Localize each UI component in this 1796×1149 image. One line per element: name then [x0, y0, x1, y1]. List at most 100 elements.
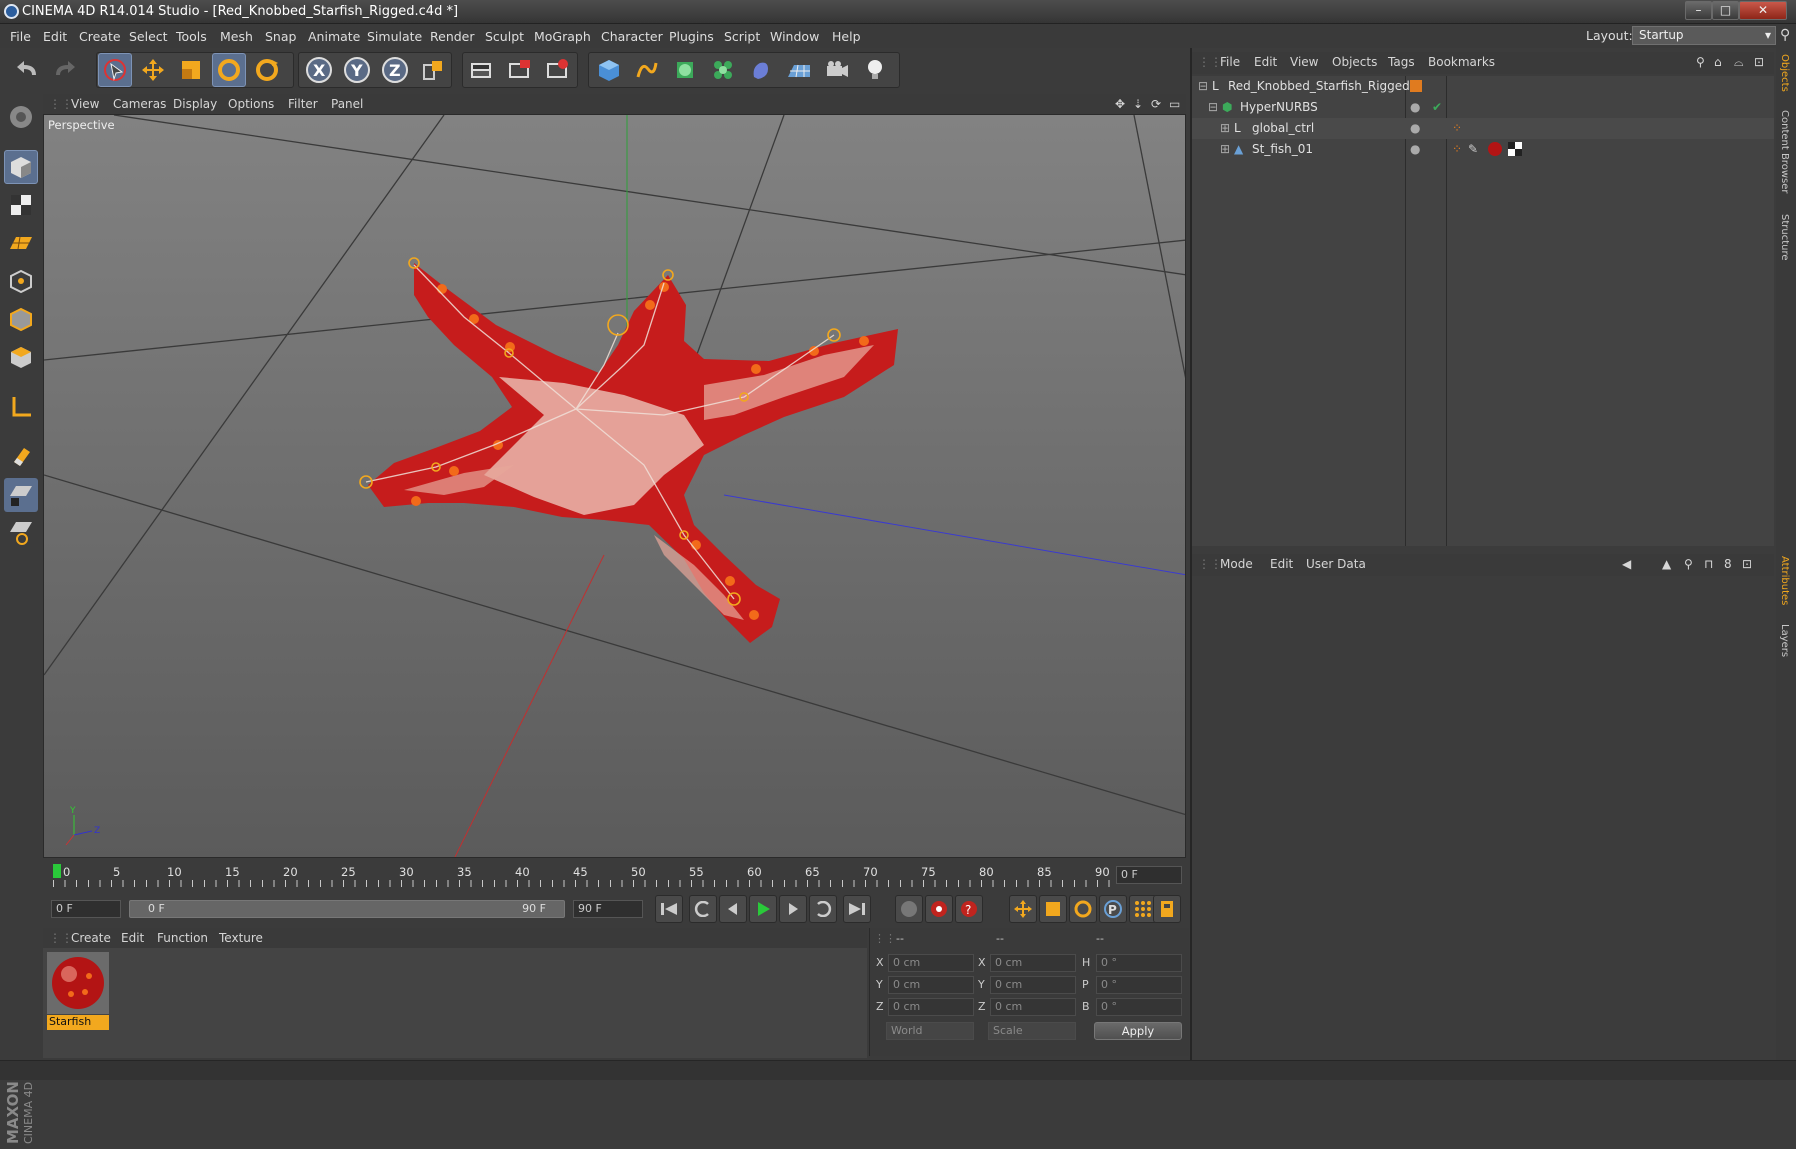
layout-select[interactable]: Startup ▾	[1632, 26, 1776, 45]
current-frame-field[interactable]: 0 F	[1116, 866, 1182, 884]
position-y-field[interactable]: 0 cm	[888, 976, 974, 994]
y-axis-lock-icon[interactable]: Y	[340, 53, 374, 87]
grip-handle-icon[interactable]: ⋮⋮	[49, 931, 73, 945]
visibility-dot-icon[interactable]: ●	[1410, 121, 1420, 135]
viewport-menu-panel[interactable]: Panel	[331, 97, 363, 111]
texture-mode-icon[interactable]	[4, 188, 38, 222]
enabled-check-icon[interactable]: ✔	[1432, 100, 1442, 114]
home-icon[interactable]: ⌂	[1714, 55, 1722, 69]
viewport-menu-view[interactable]: View	[71, 97, 99, 111]
material-menu-create[interactable]: Create	[71, 931, 111, 945]
position-x-field[interactable]: 0 cm	[888, 954, 974, 972]
tag-dots-icon[interactable]: ⁘	[1452, 142, 1462, 156]
viewport-menu-display[interactable]: Display	[173, 97, 217, 111]
expand-icon[interactable]: ⊞	[1220, 142, 1230, 156]
frame-range-slider[interactable]: 0 F 90 F	[129, 900, 565, 918]
menu-animate[interactable]: Animate	[308, 29, 360, 44]
locked-workplane-icon[interactable]	[4, 478, 38, 512]
material-menu-function[interactable]: Function	[157, 931, 208, 945]
auto-keying-icon[interactable]	[925, 895, 953, 923]
tab-structure[interactable]: Structure	[1779, 214, 1790, 261]
key-parameter-icon[interactable]: P	[1099, 895, 1127, 923]
grip-handle-icon[interactable]: ⋮⋮	[1198, 55, 1222, 69]
nurbs-icon[interactable]	[668, 53, 702, 87]
tree-row[interactable]: ⊟ ⬢ HyperNURBS ● ✔	[1192, 97, 1774, 118]
menu-mograph[interactable]: MoGraph	[534, 29, 591, 44]
key-rotation-icon[interactable]	[1069, 895, 1097, 923]
rotate-icon[interactable]	[212, 53, 246, 87]
menu-sculpt[interactable]: Sculpt	[485, 29, 524, 44]
size-mode-select[interactable]: Scale	[988, 1022, 1076, 1040]
snap-magnet-icon[interactable]	[4, 438, 38, 472]
grip-handle-icon[interactable]: ⋮⋮	[1198, 557, 1222, 571]
spline-icon[interactable]	[630, 53, 664, 87]
viewport-menu-options[interactable]: Options	[228, 97, 274, 111]
menu-mesh[interactable]: Mesh	[220, 29, 253, 44]
render-view-icon[interactable]	[464, 53, 498, 87]
close-button[interactable]: ✕	[1739, 1, 1787, 20]
texture-tag-icon[interactable]	[1508, 142, 1522, 156]
material-menu-texture[interactable]: Texture	[219, 931, 263, 945]
menu-character[interactable]: Character	[601, 29, 663, 44]
layer-color-icon[interactable]	[1410, 80, 1422, 92]
recent-tool-icon[interactable]	[250, 53, 284, 87]
polygons-mode-icon[interactable]	[4, 340, 38, 374]
previous-frame-icon[interactable]	[719, 895, 747, 923]
workplane-icon[interactable]	[4, 226, 38, 260]
timeline-layout-icon[interactable]	[1153, 895, 1181, 923]
objects-menu-bookmarks[interactable]: Bookmarks	[1428, 55, 1495, 69]
attributes-menu-mode[interactable]: Mode	[1220, 557, 1253, 571]
record-keys-icon[interactable]	[895, 895, 923, 923]
objects-menu-view[interactable]: View	[1290, 55, 1318, 69]
menu-snap[interactable]: Snap	[265, 29, 296, 44]
maximize-button[interactable]: □	[1712, 1, 1739, 20]
rotate-view-icon[interactable]: ⟳	[1151, 97, 1161, 111]
menu-select[interactable]: Select	[129, 29, 168, 44]
start-frame-field[interactable]: 0 F	[51, 900, 121, 918]
menu-window[interactable]: Window	[770, 29, 819, 44]
key-position-icon[interactable]	[1009, 895, 1037, 923]
tree-row[interactable]: ⊞ Ⅼ global_ctrl ● ⁘	[1192, 118, 1774, 139]
tree-row[interactable]: ⊟ Ⅼ Red_Knobbed_Starfish_Rigged	[1192, 76, 1774, 97]
menu-edit[interactable]: Edit	[43, 29, 67, 44]
floor-scene-icon[interactable]	[782, 53, 816, 87]
undo-icon[interactable]	[10, 53, 44, 87]
grip-handle-icon[interactable]: ⋮⋮	[49, 97, 73, 111]
previous-key-icon[interactable]	[689, 895, 717, 923]
collapse-icon[interactable]: ⊟	[1198, 79, 1208, 93]
menu-plugins[interactable]: Plugins	[669, 29, 714, 44]
attributes-menu-user-data[interactable]: User Data	[1306, 557, 1366, 571]
link-icon[interactable]: ⌓	[1734, 55, 1744, 70]
timeline-ruler[interactable]: 0 5 10 15 20 25 30 35 40 45 50 55 60 65 …	[43, 860, 1186, 890]
position-z-field[interactable]: 0 cm	[888, 998, 974, 1016]
maximize-view-icon[interactable]: ▭	[1169, 97, 1180, 111]
make-editable-icon[interactable]	[4, 100, 38, 134]
objects-menu-tags[interactable]: Tags	[1388, 55, 1415, 69]
rotation-p-field[interactable]: 0 °	[1096, 976, 1182, 994]
tab-objects[interactable]: Objects	[1779, 54, 1790, 92]
tab-layers[interactable]: Layers	[1779, 624, 1790, 657]
starfish-model[interactable]	[359, 257, 898, 643]
menu-file[interactable]: File	[10, 29, 31, 44]
axis-mode-icon[interactable]	[4, 390, 38, 424]
go-to-start-icon[interactable]	[655, 895, 683, 923]
deformer-icon[interactable]	[744, 53, 778, 87]
size-z-field[interactable]: 0 cm	[990, 998, 1076, 1016]
search-icon[interactable]: ⚲	[1696, 55, 1705, 69]
search-icon[interactable]: ⚲	[1684, 557, 1693, 571]
tab-content-browser[interactable]: Content Browser	[1779, 110, 1790, 193]
link-icon[interactable]: 8	[1724, 557, 1732, 571]
objects-menu-edit[interactable]: Edit	[1254, 55, 1277, 69]
material-tag-icon[interactable]	[1488, 142, 1502, 156]
minimize-button[interactable]: –	[1685, 1, 1712, 20]
size-x-field[interactable]: 0 cm	[990, 954, 1076, 972]
perspective-viewport[interactable]: Perspective Y Z	[43, 114, 1186, 858]
objects-menu-file[interactable]: File	[1220, 55, 1240, 69]
rotation-b-field[interactable]: 0 °	[1096, 998, 1182, 1016]
viewport-menu-filter[interactable]: Filter	[288, 97, 318, 111]
menu-simulate[interactable]: Simulate	[367, 29, 422, 44]
render-settings-icon[interactable]	[540, 53, 574, 87]
material-menu-edit[interactable]: Edit	[121, 931, 144, 945]
play-icon[interactable]	[749, 895, 777, 923]
rotation-h-field[interactable]: 0 °	[1096, 954, 1182, 972]
